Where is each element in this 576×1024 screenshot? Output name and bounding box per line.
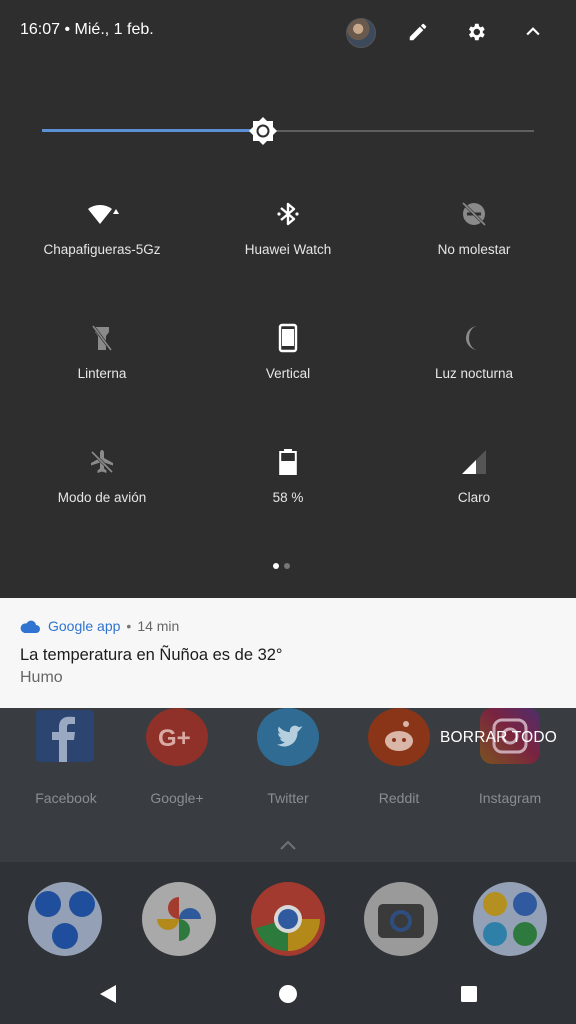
tile-label: Luz nocturna: [434, 366, 514, 381]
clear-all-button[interactable]: BORRAR TODO: [440, 729, 557, 747]
chevron-up-icon: [526, 27, 540, 36]
tile-label: Linterna: [77, 366, 127, 381]
recents-icon: [461, 986, 477, 1002]
google-photos-icon[interactable]: [142, 882, 216, 956]
back-icon: [100, 985, 116, 1003]
app-label: Instagram: [478, 790, 542, 806]
back-button[interactable]: [96, 982, 120, 1006]
night-light-icon: [466, 326, 478, 350]
tile-flashlight[interactable]: Linterna: [8, 318, 196, 381]
bluetooth-icon: [277, 202, 299, 226]
home-screen: G+ Facebook Google+ Twitter Reddit Insta…: [0, 708, 576, 1024]
tile-bluetooth[interactable]: Huawei Watch: [194, 194, 382, 257]
notification-title: La temperatura en Ñuñoa es de 32°: [20, 646, 283, 664]
notification-time: 14 min: [137, 618, 180, 634]
do-not-disturb-icon: [461, 201, 487, 227]
recents-button[interactable]: [457, 982, 481, 1006]
tile-do-not-disturb[interactable]: No molestar: [380, 194, 568, 257]
tile-rotation[interactable]: Vertical: [194, 318, 382, 381]
chrome-icon[interactable]: [251, 882, 325, 956]
tile-label: No molestar: [437, 242, 511, 257]
home-icon: [279, 985, 297, 1003]
airplane-icon: [90, 450, 114, 474]
edit-button[interactable]: [402, 16, 434, 48]
dock: [0, 862, 576, 1024]
page-indicator: [273, 556, 295, 574]
time-date-label: 16:07 • Mié., 1 feb.: [20, 21, 154, 38]
tile-label: Claro: [457, 490, 491, 505]
notification-card[interactable]: Google app • 14 min La temperatura en Ñu…: [0, 598, 576, 708]
page-dot: [284, 563, 290, 569]
flashlight-icon: [91, 325, 113, 351]
tile-label: Chapafigueras-5Gz: [43, 242, 161, 257]
battery-icon: [279, 449, 297, 475]
cloud-icon: [20, 620, 40, 633]
tile-label: Huawei Watch: [244, 242, 332, 257]
notification-text: Humo: [20, 669, 63, 686]
tile-airplane-mode[interactable]: Modo de avión: [8, 442, 196, 505]
quick-settings-panel: 16:07 • Mié., 1 feb. Chapafigueras-5Gz H…: [0, 0, 576, 598]
app-label: Facebook: [35, 790, 97, 806]
twitter-icon[interactable]: [257, 708, 319, 766]
user-avatar[interactable]: [346, 18, 376, 48]
notification-header: Google app • 14 min: [20, 618, 179, 634]
app-drawer-handle[interactable]: [278, 838, 298, 856]
cellular-signal-icon: [462, 450, 486, 474]
tile-wifi[interactable]: Chapafigueras-5Gz: [8, 194, 196, 257]
collapse-button[interactable]: [517, 16, 549, 48]
reddit-icon[interactable]: [368, 708, 430, 766]
home-button[interactable]: [276, 982, 300, 1006]
phone-messages-folder-icon[interactable]: [28, 882, 102, 956]
tile-cellular[interactable]: Claro: [380, 442, 568, 505]
page-dot-active: [273, 563, 279, 569]
settings-button[interactable]: [460, 16, 492, 48]
tile-night-light[interactable]: Luz nocturna: [380, 318, 568, 381]
notification-app-name: Google app: [48, 618, 121, 634]
slider-fill: [42, 129, 264, 132]
notification-separator: •: [126, 618, 132, 634]
rotation-icon: [278, 323, 298, 353]
pencil-icon: [409, 23, 427, 41]
camera-icon[interactable]: [364, 882, 438, 956]
wifi-icon: [88, 205, 119, 224]
app-label: Google+: [150, 790, 204, 806]
chevron-up-icon: [280, 840, 296, 850]
app-label: Reddit: [378, 790, 420, 806]
gear-icon: [468, 23, 485, 41]
social-apps-folder-icon[interactable]: [473, 882, 547, 956]
svg-text:G+: G+: [158, 725, 191, 752]
tile-label: Modo de avión: [57, 490, 147, 505]
tile-label: 58 %: [272, 490, 304, 505]
brightness-slider[interactable]: [42, 116, 534, 146]
status-bar: 16:07 • Mié., 1 feb.: [0, 0, 576, 64]
tile-label: Vertical: [265, 366, 311, 381]
facebook-icon[interactable]: [36, 710, 94, 762]
brightness-icon[interactable]: [248, 116, 278, 146]
app-label: Twitter: [267, 790, 309, 806]
google-plus-icon[interactable]: G+: [146, 708, 208, 766]
tile-battery[interactable]: 58 %: [194, 442, 382, 505]
